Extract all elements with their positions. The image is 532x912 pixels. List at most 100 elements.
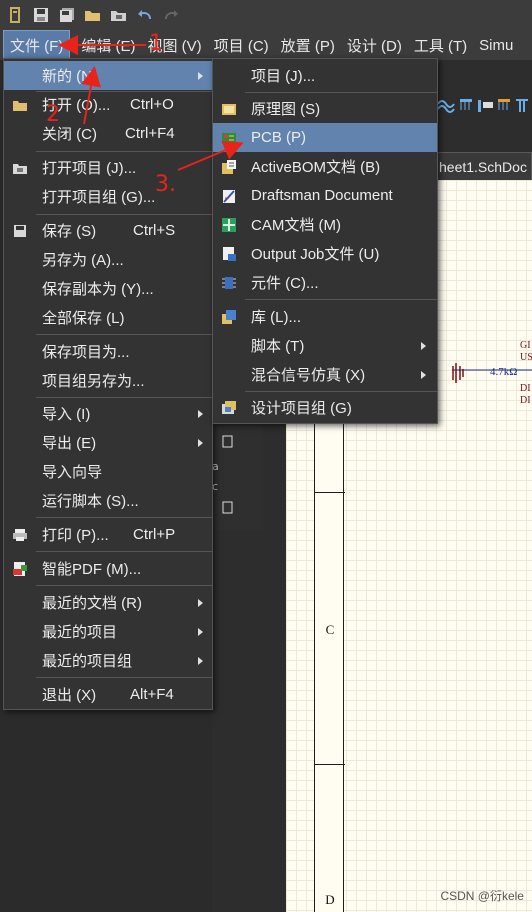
- menu-item-label: 导出 (E): [42, 435, 97, 452]
- menu-item-export[interactable]: 导出 (E): [4, 428, 212, 457]
- menu-item-import[interactable]: 导入 (I): [4, 399, 212, 428]
- menu-item-save-all[interactable]: 全部保存 (L): [4, 303, 212, 332]
- menu-edit[interactable]: 编辑 (E): [75, 31, 141, 59]
- tab-schematic-doc[interactable]: heet1.SchDoc: [436, 152, 532, 180]
- menu-item-label: 保存副本为 (Y)...: [42, 281, 154, 298]
- submenu-arrow-icon: [421, 370, 426, 379]
- menu-design[interactable]: 设计 (D): [341, 31, 408, 59]
- menu-item-run-script[interactable]: 运行脚本 (S)...: [4, 486, 212, 515]
- submenu-item-project[interactable]: 项目 (J)...: [213, 61, 437, 90]
- submenu-arrow-icon: [198, 71, 203, 80]
- menu-separator: [36, 334, 212, 335]
- menu-item-label: 智能PDF (M)...: [42, 561, 142, 578]
- menu-item-import-wizard[interactable]: 导入向导: [4, 457, 212, 486]
- pcb-doc-icon: [221, 130, 237, 146]
- open-project-icon: [12, 160, 28, 176]
- zone-divider: [315, 492, 345, 493]
- submenu-item-design-project-group[interactable]: 设计项目组 (G): [213, 393, 437, 422]
- menu-item-label: 项目 (J)...: [251, 68, 316, 85]
- menu-tools[interactable]: 工具 (T): [408, 31, 473, 59]
- menu-item-label: Draftsman Document: [251, 187, 393, 204]
- cam-doc-icon: [221, 217, 237, 233]
- menu-project[interactable]: 项目 (C): [208, 31, 275, 59]
- save-all-icon[interactable]: [56, 4, 78, 26]
- menu-item-label: 另存为 (A)...: [42, 252, 124, 269]
- menu-item-label: 保存项目为...: [42, 344, 130, 361]
- submenu-item-output-job[interactable]: Output Job文件 (U): [213, 239, 437, 268]
- menu-item-label: 项目组另存为...: [42, 373, 145, 390]
- menu-item-label: 库 (L)...: [251, 309, 302, 326]
- schematic-tool-icons[interactable]: [436, 94, 532, 116]
- open-folder-icon[interactable]: [82, 4, 104, 26]
- menu-simulate[interactable]: Simu: [473, 31, 519, 59]
- open-project-icon[interactable]: [108, 4, 130, 26]
- menu-item-label: 导入 (I): [42, 406, 91, 423]
- menu-separator: [36, 151, 212, 152]
- menu-item-shortcut: Alt+F4: [130, 686, 174, 703]
- svg-text:a: a: [212, 460, 219, 473]
- submenu-item-activebom[interactable]: ActiveBOM文档 (B): [213, 152, 437, 181]
- menu-place[interactable]: 放置 (P): [275, 31, 341, 59]
- menu-item-recent-docs[interactable]: 最近的文档 (R): [4, 588, 212, 617]
- menu-separator: [245, 391, 437, 392]
- submenu-item-component[interactable]: 元件 (C)...: [213, 268, 437, 297]
- menu-item-label: Output Job文件 (U): [251, 246, 380, 263]
- submenu-arrow-icon: [198, 656, 203, 665]
- quick-access-toolbar: [0, 0, 532, 30]
- menu-item-label: CAM文档 (M): [251, 217, 341, 234]
- submenu-item-pcb[interactable]: PCB (P): [213, 123, 437, 152]
- menu-separator: [36, 585, 212, 586]
- menu-item-save-project-group-as[interactable]: 项目组另存为...: [4, 366, 212, 395]
- menu-item-shortcut: Ctrl+P: [133, 526, 176, 543]
- menu-item-print[interactable]: 打印 (P)... Ctrl+P: [4, 520, 212, 549]
- menu-item-label: 打印 (P)...: [42, 527, 109, 544]
- menu-bar: 文件 (F) 编辑 (E) 视图 (V) 项目 (C) 放置 (P) 设计 (D…: [0, 30, 532, 60]
- submenu-item-draftsman[interactable]: Draftsman Document: [213, 181, 437, 210]
- menu-separator: [36, 677, 212, 678]
- menu-item-recent-project-groups[interactable]: 最近的项目组: [4, 646, 212, 675]
- menu-item-label: 保存 (S): [42, 223, 97, 240]
- menu-item-open-project-group[interactable]: 打开项目组 (G)...: [4, 182, 212, 211]
- submenu-item-script[interactable]: 脚本 (T): [213, 331, 437, 360]
- menu-item-open-project[interactable]: 打开项目 (J)...: [4, 153, 212, 182]
- library-icon: [221, 309, 237, 325]
- menu-item-label: PCB (P): [251, 129, 307, 146]
- save-icon: [12, 223, 28, 239]
- menu-item-label: 全部保存 (L): [42, 310, 125, 327]
- menu-item-recent-projects[interactable]: 最近的项目: [4, 617, 212, 646]
- menu-file[interactable]: 文件 (F): [2, 30, 71, 60]
- zone-divider: [315, 764, 345, 765]
- annotation-step-1: 1: [149, 31, 163, 56]
- pdf-icon: [12, 561, 28, 577]
- menu-item-save-project-as[interactable]: 保存项目为...: [4, 337, 212, 366]
- menu-item-open[interactable]: 打开 (O)... Ctrl+O: [4, 90, 212, 119]
- submenu-item-mixed-sim[interactable]: 混合信号仿真 (X): [213, 360, 437, 389]
- net-label: GI: [520, 340, 531, 351]
- menu-item-exit[interactable]: 退出 (X) Alt+F4: [4, 680, 212, 709]
- redo-icon[interactable]: [160, 4, 182, 26]
- menu-separator: [245, 92, 437, 93]
- component-icon: [221, 275, 237, 291]
- printer-icon: [12, 527, 28, 543]
- menu-item-shortcut: Ctrl+O: [130, 96, 174, 113]
- menu-item-label: 退出 (X): [42, 687, 97, 704]
- menu-item-save[interactable]: 保存 (S) Ctrl+S: [4, 216, 212, 245]
- menu-separator: [36, 551, 212, 552]
- submenu-item-cam[interactable]: CAM文档 (M): [213, 210, 437, 239]
- menu-separator: [36, 397, 212, 398]
- submenu-item-schematic[interactable]: 原理图 (S): [213, 94, 437, 123]
- menu-item-save-as[interactable]: 另存为 (A)...: [4, 245, 212, 274]
- save-icon[interactable]: [30, 4, 52, 26]
- menu-item-save-copy-as[interactable]: 保存副本为 (Y)...: [4, 274, 212, 303]
- app-logo-icon: [4, 4, 26, 26]
- submenu-arrow-icon: [421, 341, 426, 350]
- menu-item-new[interactable]: 新的 (N): [4, 61, 212, 90]
- menu-item-label: 最近的文档 (R): [42, 595, 142, 612]
- undo-icon[interactable]: [134, 4, 156, 26]
- menu-item-label: 最近的项目组: [42, 653, 133, 670]
- submenu-item-library[interactable]: 库 (L)...: [213, 302, 437, 331]
- menu-item-close[interactable]: 关闭 (C) Ctrl+F4: [4, 119, 212, 148]
- annotation-step-2: 2: [46, 102, 60, 127]
- submenu-arrow-icon: [198, 598, 203, 607]
- menu-item-smart-pdf[interactable]: 智能PDF (M)...: [4, 554, 212, 583]
